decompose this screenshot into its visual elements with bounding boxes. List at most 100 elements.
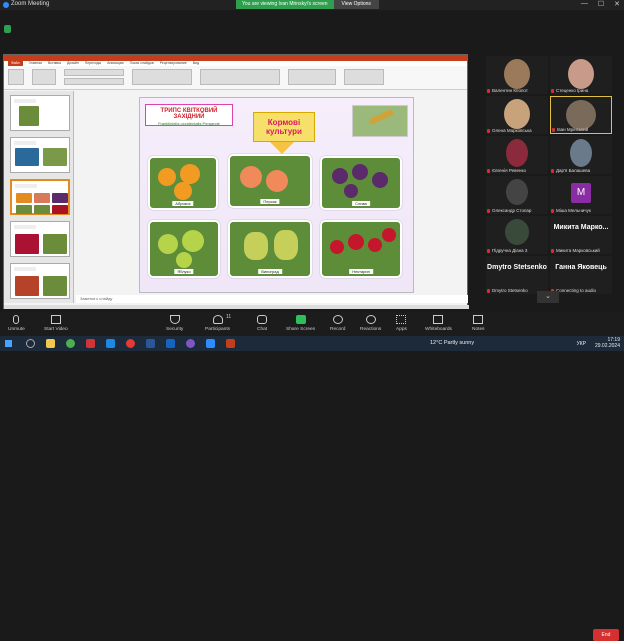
participant-name: Міша Мельничук: [556, 208, 591, 213]
notes-button[interactable]: Notes: [472, 315, 485, 332]
thrips-insect-icon: [367, 108, 395, 126]
end-meeting-button[interactable]: End: [593, 629, 619, 641]
fruit-shape: [158, 168, 176, 186]
windows-start-icon[interactable]: [5, 340, 12, 347]
zoom-logo-icon: [3, 2, 9, 8]
fruit-photo-grape: Виноград: [228, 220, 312, 278]
thrips-photo: [352, 105, 408, 137]
participant-name: Connecting to audio: [556, 288, 597, 293]
participant-photo: [504, 59, 530, 89]
reactions-button[interactable]: Reactions: [360, 315, 381, 332]
maximize-icon[interactable]: ☐: [598, 0, 604, 8]
view-options-button[interactable]: View Options: [333, 0, 379, 9]
start-video-label: Start Video: [44, 327, 68, 332]
whiteboards-button[interactable]: Whiteboards: [425, 315, 452, 332]
participant-tile[interactable]: Валентин Кпопот: [486, 56, 548, 94]
muted-mic-icon: [487, 169, 490, 173]
muted-mic-icon: [551, 89, 554, 93]
drawing-group[interactable]: [200, 69, 280, 85]
participant-tile[interactable]: Дар'я Балашева: [550, 136, 612, 174]
record-icon: [332, 315, 343, 324]
apps-button[interactable]: Apps: [396, 315, 407, 332]
zoom-taskbar-icon[interactable]: [206, 339, 215, 348]
participant-tile[interactable]: Олена Марковська: [486, 96, 548, 134]
fruit-shape: [176, 252, 192, 268]
participant-tile[interactable]: Ганна Яковець Connecting to audio: [550, 256, 612, 294]
viber-icon[interactable]: [186, 339, 195, 348]
quick-styles-button[interactable]: [288, 69, 336, 85]
slide-thumbnail-selected[interactable]: [10, 179, 70, 215]
slide-thumbnail[interactable]: [10, 95, 70, 131]
participant-tile[interactable]: Підручна Діана 3: [486, 216, 548, 254]
new-slide-button[interactable]: [32, 69, 56, 85]
word-icon[interactable]: [146, 339, 155, 348]
paste-button[interactable]: [8, 69, 24, 85]
participant-name: Іван Мрінський: [557, 127, 589, 132]
chat-label: Chat: [257, 327, 268, 332]
fruit-shape: [274, 230, 298, 260]
paragraph-group[interactable]: [132, 69, 192, 85]
share-screen-icon: [295, 315, 306, 324]
language-indicator[interactable]: УКР: [577, 341, 586, 347]
start-video-button[interactable]: Start Video: [44, 315, 68, 332]
app-icon[interactable]: [86, 339, 95, 348]
share-screen-button[interactable]: Share Screen: [286, 315, 315, 332]
participant-name: Стеценко Ірина: [556, 88, 589, 93]
font-select[interactable]: [64, 69, 124, 76]
clock-date: 29.02.2024: [594, 343, 620, 349]
callout-line-1: Кормові: [267, 118, 301, 127]
chat-button[interactable]: Chat: [257, 315, 267, 332]
minimize-icon[interactable]: —: [581, 0, 588, 8]
smiley-icon: [365, 315, 376, 324]
slide-subtitle: Frankliniella occidentalis Pergande: [158, 121, 220, 126]
participant-tile[interactable]: M Міша Мельничук: [550, 176, 612, 214]
slide-thumbnail[interactable]: [10, 137, 70, 173]
fruit-shape: [368, 238, 382, 252]
powerpoint-icon[interactable]: [226, 339, 235, 348]
fodder-crops-callout: Кормові культури: [253, 112, 315, 142]
chevron-down-icon[interactable]: ⌄: [537, 291, 559, 303]
slide-thumbnails: [4, 91, 74, 303]
fruit-shape: [182, 230, 204, 252]
slide-notes[interactable]: Заметки к слайду: [76, 295, 468, 303]
participant-tile[interactable]: Олександр Стопар: [486, 176, 548, 214]
notes-label: Notes: [472, 327, 485, 332]
fruit-shape: [330, 240, 344, 254]
unmute-label: Unmute: [8, 327, 25, 332]
participant-photo: [568, 59, 594, 89]
participant-name: Микита Марковський: [556, 248, 600, 253]
edge-icon[interactable]: [106, 339, 115, 348]
apps-label: Apps: [396, 327, 407, 332]
participant-display-name: Dmytro Stetsenko: [487, 264, 547, 271]
search-icon[interactable]: [26, 339, 35, 348]
participant-tile[interactable]: Євгенія Ревенко: [486, 136, 548, 174]
fruit-photo-nectarine: Нектарин: [320, 220, 402, 278]
participant-tile-active-speaker[interactable]: Іван Мрінський: [550, 96, 612, 134]
participant-name: Євгенія Ревенко: [492, 168, 526, 173]
fruit-shape: [344, 184, 358, 198]
slide-thumbnail[interactable]: [10, 221, 70, 257]
store-icon[interactable]: [166, 339, 175, 348]
weather-widget[interactable]: 12°C Partly sunny: [430, 340, 474, 346]
fruit-label: Персик: [260, 199, 280, 204]
unmute-button[interactable]: Unmute: [8, 315, 25, 332]
chrome-icon[interactable]: [66, 339, 75, 348]
record-button[interactable]: Record: [330, 315, 345, 332]
apps-grid-icon: [396, 315, 407, 324]
close-icon[interactable]: ✕: [614, 0, 620, 8]
participant-photo: [504, 99, 530, 129]
security-button[interactable]: Security: [166, 315, 183, 332]
muted-mic-icon: [487, 209, 490, 213]
participant-tile[interactable]: Микита Марко... Микита Марковський: [550, 216, 612, 254]
editing-group[interactable]: [344, 69, 384, 85]
participants-count: 11: [226, 314, 232, 320]
whiteboard-icon: [433, 315, 444, 324]
ppt-status-bar: [4, 305, 469, 309]
participant-tile[interactable]: Dmytro Stetsenko Dmytro Stetsenko: [486, 256, 548, 294]
system-tray[interactable]: УКР 17:19 29.02.2024: [577, 337, 620, 349]
font-style-group[interactable]: [64, 78, 124, 85]
participant-tile[interactable]: Стеценко Ірина: [550, 56, 612, 94]
opera-icon[interactable]: [126, 339, 135, 348]
slide-thumbnail[interactable]: [10, 263, 70, 299]
file-explorer-icon[interactable]: [46, 339, 55, 348]
